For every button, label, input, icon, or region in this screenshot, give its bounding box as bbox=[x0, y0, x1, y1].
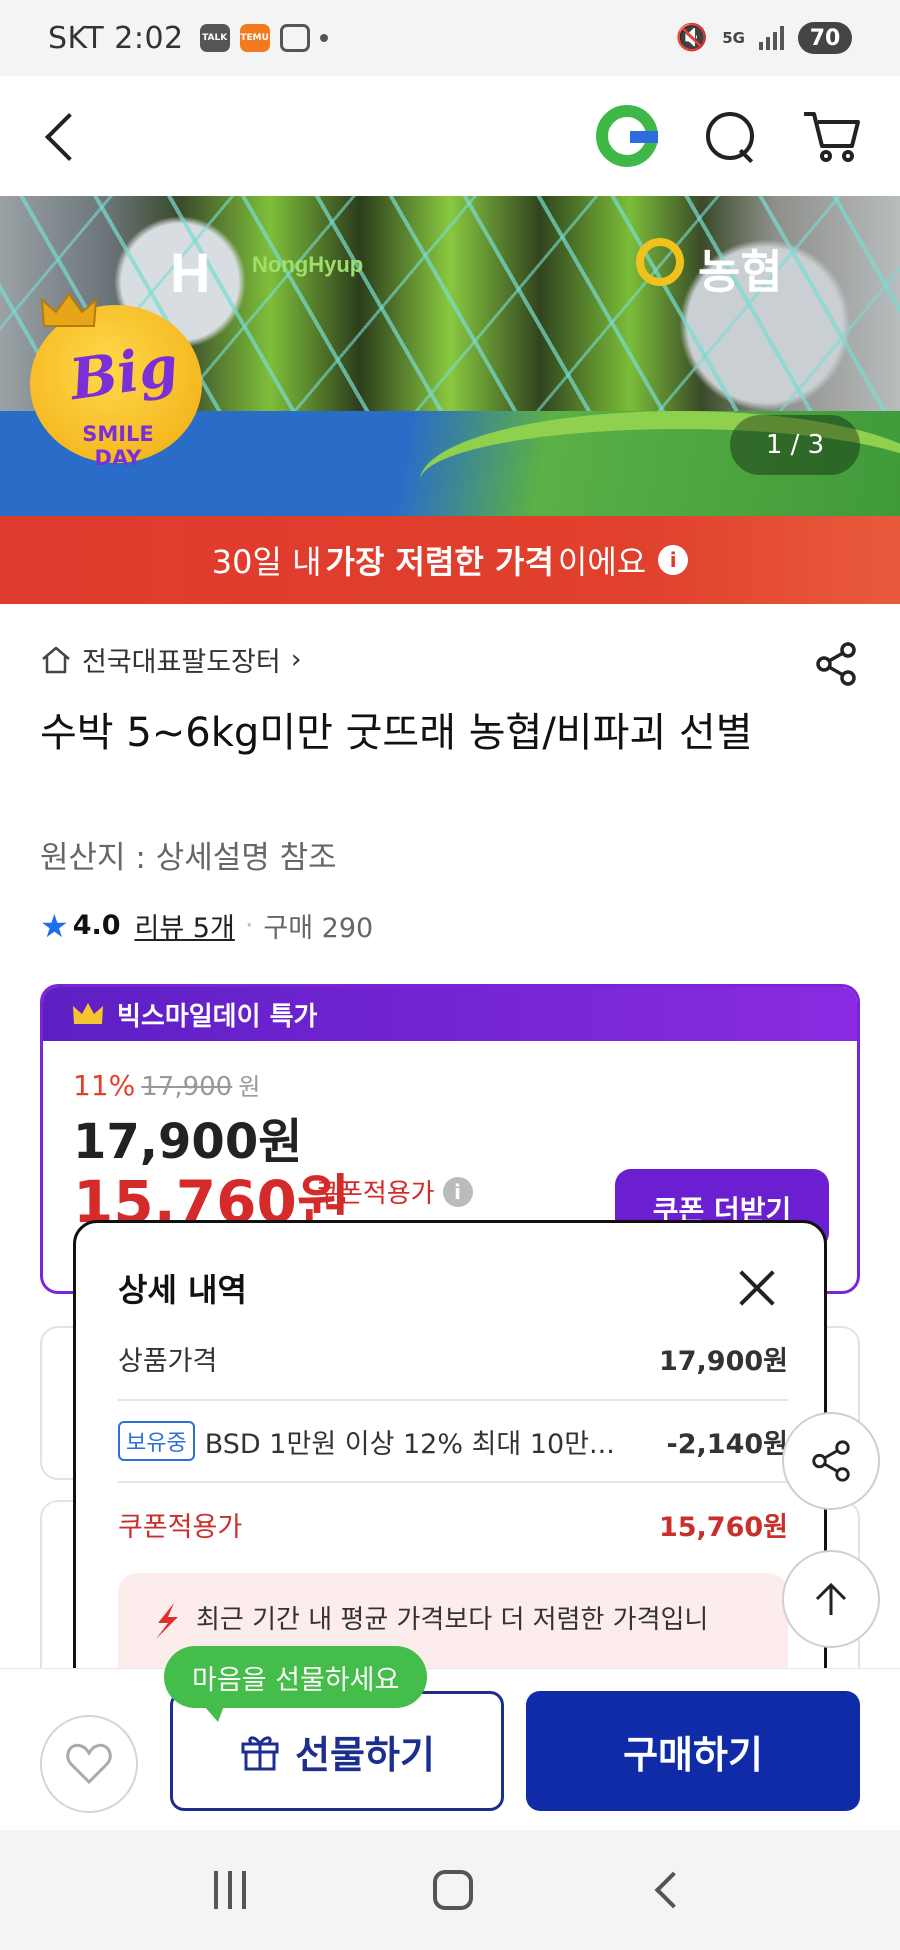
gift-tooltip: 마음을 선물하세요 bbox=[164, 1646, 428, 1722]
heart-icon bbox=[66, 1743, 112, 1785]
crown-icon bbox=[40, 292, 98, 327]
mute-icon: 🔇 bbox=[675, 23, 709, 53]
banner-prefix: 30일 내 bbox=[211, 543, 322, 581]
info-icon[interactable]: i bbox=[658, 545, 689, 575]
close-icon[interactable] bbox=[736, 1267, 778, 1309]
home-button[interactable] bbox=[432, 1870, 473, 1910]
arrow-up-icon bbox=[815, 1582, 847, 1615]
gift-icon bbox=[241, 1736, 279, 1771]
rating-row: ★ 4.0 리뷰 5개 · 구매 290 bbox=[40, 906, 373, 945]
rating-value: 4.0 bbox=[72, 910, 121, 941]
floating-share-button[interactable] bbox=[782, 1412, 880, 1510]
star-icon: ★ bbox=[40, 906, 69, 945]
lightning-icon bbox=[156, 1603, 178, 1639]
coupon-detail-row: 보유중 BSD 1만원 이상 12% 최대 10만... -2,140원 bbox=[118, 1421, 788, 1461]
original-price-unit: 원 bbox=[238, 1073, 261, 1101]
system-navigation-bar bbox=[0, 1830, 900, 1950]
original-price: 17,900 bbox=[141, 1072, 233, 1102]
divider bbox=[118, 1481, 788, 1483]
lowest-price-banner: 30일 내 가장 저렴한 가격 이에요 i bbox=[0, 516, 900, 604]
buy-button[interactable]: 구매하기 bbox=[526, 1691, 860, 1811]
battery-icon: 70 bbox=[798, 22, 852, 54]
row-value: -2,140원 bbox=[666, 1428, 788, 1460]
bottom-action-bar: 선물하기 구매하기 bbox=[0, 1668, 900, 1828]
shop-link[interactable]: 전국대표팔도장터 › bbox=[40, 640, 302, 679]
product-origin: 원산지 : 상세설명 참조 bbox=[40, 840, 337, 876]
holding-tag: 보유중 bbox=[118, 1421, 195, 1461]
cart-icon[interactable] bbox=[802, 108, 860, 164]
deal-header: 빅스마일데이 특가 bbox=[43, 987, 857, 1041]
share-icon[interactable] bbox=[812, 640, 860, 688]
scroll-top-button[interactable] bbox=[782, 1550, 880, 1648]
purchase-count: 구매 290 bbox=[263, 913, 374, 944]
app-header bbox=[0, 76, 900, 196]
divider bbox=[118, 1399, 788, 1401]
system-back-button[interactable] bbox=[654, 1871, 692, 1909]
banner-suffix: 이에요 bbox=[557, 543, 647, 581]
shop-name: 전국대표팔도장터 bbox=[82, 647, 281, 678]
price-detail-row: 상품가격 17,900원 bbox=[118, 1339, 788, 1378]
more-notifications-dot bbox=[319, 34, 328, 42]
deal-header-text: 빅스마일데이 특가 bbox=[117, 1001, 318, 1032]
screenshot-icon bbox=[279, 24, 310, 52]
badge-smile-day-text: SMILE DAY bbox=[82, 422, 154, 470]
nonghyup-logo-icon bbox=[636, 238, 684, 286]
notice-text: 최근 기간 내 평균 가격보다 더 저렴한 가격입니 bbox=[196, 1605, 709, 1635]
coupon-price-row: 쿠폰적용가 15,760원 bbox=[118, 1505, 788, 1544]
kakaotalk-icon: TALK bbox=[199, 24, 230, 52]
crown-icon bbox=[73, 1003, 103, 1024]
status-notifications: TALK TEMU bbox=[199, 24, 328, 52]
nh-logo-text: H bbox=[170, 241, 210, 304]
row-label: 상품가격 bbox=[118, 1346, 218, 1377]
nonghyup-korean-text: 농협 bbox=[698, 245, 783, 299]
info-icon[interactable]: i bbox=[442, 1176, 473, 1207]
separator-dot: · bbox=[244, 910, 254, 941]
row-label: BSD 1만원 이상 12% 최대 10만... bbox=[204, 1428, 615, 1460]
home-icon bbox=[42, 646, 70, 673]
back-button[interactable] bbox=[40, 106, 80, 166]
row-label: 쿠폰적용가 bbox=[118, 1512, 243, 1543]
gift-label: 선물하기 bbox=[295, 1732, 435, 1777]
popup-title: 상세 내역 bbox=[118, 1271, 247, 1309]
discount-row: 11% 17,900 원 bbox=[73, 1067, 260, 1102]
coupon-price-label: 쿠폰적용가 i bbox=[315, 1173, 473, 1210]
row-value: 15,760원 bbox=[658, 1512, 788, 1543]
status-indicators: 🔇 5G 70 bbox=[676, 22, 852, 54]
chevron-right-icon: › bbox=[290, 644, 302, 675]
temu-icon: TEMU bbox=[239, 24, 270, 52]
gmarket-logo-icon[interactable] bbox=[596, 105, 658, 167]
status-bar: SKT 2:02 TALK TEMU 🔇 5G 70 bbox=[0, 0, 900, 76]
image-page-counter: 1 / 3 bbox=[730, 415, 860, 475]
search-icon[interactable] bbox=[702, 108, 758, 164]
banner-highlight: 가장 저렴한 가격 bbox=[325, 543, 554, 581]
nonghyup-text: NongHyup bbox=[252, 252, 364, 277]
status-time: SKT 2:02 bbox=[48, 20, 184, 56]
share-icon bbox=[812, 1440, 850, 1482]
product-title: 수박 5~6kg미만 굿뜨래 농협/비파괴 선별 bbox=[40, 710, 753, 756]
header-actions bbox=[596, 105, 860, 167]
network-5g-icon: 5G bbox=[722, 29, 745, 47]
signal-icon bbox=[759, 26, 784, 50]
discount-rate: 11% bbox=[73, 1069, 136, 1102]
row-value: 17,900원 bbox=[658, 1346, 788, 1377]
wishlist-button[interactable] bbox=[40, 1715, 138, 1813]
review-link[interactable]: 리뷰 5개 bbox=[135, 906, 235, 945]
recent-apps-button[interactable] bbox=[213, 1871, 246, 1909]
coupon-label-text: 쿠폰적용가 bbox=[315, 1179, 435, 1209]
